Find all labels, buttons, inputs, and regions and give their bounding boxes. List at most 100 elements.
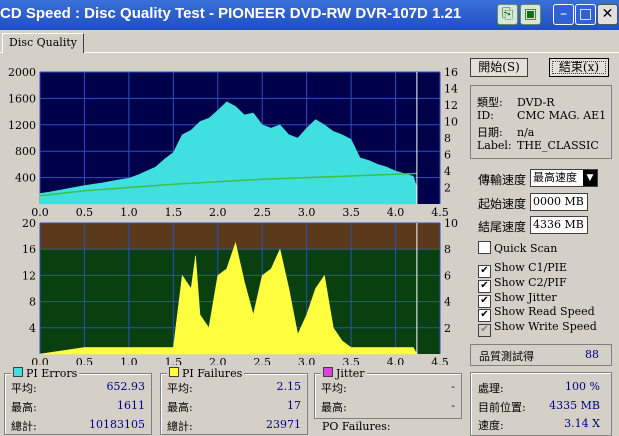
y-right-tick-label: 16 (444, 66, 458, 79)
pi-failures-max-label: 最高: (167, 401, 193, 414)
y-right-tick-label: 12 (444, 99, 458, 112)
y-right-tick-label: 10 (444, 217, 458, 230)
pi-failures-title: PI Failures (182, 367, 243, 380)
jitter-avg: - (451, 380, 455, 393)
checkbox-show-c2-pif[interactable]: ✔ Show C2/PIF (478, 276, 567, 293)
checkbox-label: Show C1/PIE (494, 261, 568, 274)
x-tick-label: 0.5 (76, 356, 94, 365)
checkbox-label: Show C2/PIF (494, 276, 567, 289)
checkbox-label: Show Write Speed (494, 320, 597, 333)
jitter-max-label: 最高: (321, 401, 347, 414)
y-right-tick-label: 14 (444, 83, 458, 96)
tab-bar: Disc Quality (0, 30, 619, 53)
checkbox-show-read-speed[interactable]: ✔ Show Read Speed (478, 305, 595, 322)
speed-label-progress: 速度: (478, 419, 504, 432)
x-tick-label: 2.5 (253, 356, 271, 365)
save-icon[interactable]: ▣ (520, 4, 541, 25)
elapsed-label: 處理: (478, 382, 504, 395)
y-right-tick-label: 2 (444, 182, 451, 195)
type-value: DVD-R (517, 96, 555, 109)
pi-failures-total-label: 總計: (167, 420, 193, 433)
pi-errors-title: PI Errors (26, 367, 78, 380)
x-tick-label: 3.0 (298, 356, 316, 365)
x-tick-label: 1.5 (165, 356, 183, 365)
checkbox-show-jitter[interactable]: ✔ Show Jitter (478, 291, 557, 308)
window-title: CD Speed : Disc Quality Test - PIONEER D… (0, 5, 462, 22)
pi-failures-avg: 2.15 (276, 380, 302, 393)
copy-icon[interactable]: ⎘ (497, 4, 518, 25)
speed-label: 傳輸速度 (478, 173, 527, 187)
x-tick-label: 2.0 (209, 356, 227, 365)
id-value: CMC MAG. AE1 (517, 109, 607, 122)
y-left-tick-label: 800 (15, 145, 36, 158)
quality-label: 品質測試得 (479, 350, 534, 363)
title-bar: CD Speed : Disc Quality Test - PIONEER D… (0, 0, 619, 30)
po-failures-title: PO Failures: (322, 420, 391, 433)
y-left-tick-label: 8 (29, 296, 36, 309)
y-right-tick-label: 10 (444, 116, 458, 129)
start-pos-input[interactable]: 0000 MB (530, 193, 588, 211)
end-pos-input[interactable]: 4336 MB (530, 216, 588, 234)
checkbox-label: Show Read Speed (494, 305, 595, 318)
elapsed-value: 100 % (565, 380, 600, 393)
checkbox-quick-scan[interactable]: Quick Scan (478, 241, 557, 255)
jitter-max: - (451, 399, 455, 412)
end-pos-label: 結尾速度 (478, 220, 527, 234)
y-left-tick-label: 1200 (8, 119, 36, 132)
pi-failures-swatch (169, 367, 179, 377)
date-value: n/a (517, 126, 535, 139)
jitter-title: Jitter (336, 367, 365, 380)
y-left-tick-label: 400 (15, 172, 36, 185)
date-label: 日期: (477, 126, 503, 139)
x-tick-label: 0.0 (31, 356, 49, 365)
chevron-down-icon[interactable]: ▼ (583, 170, 597, 186)
jitter-group: Jitter 平均: - 最高: - (314, 367, 462, 419)
checkbox-label: Show Jitter (494, 291, 557, 304)
y-left-tick-label: 1600 (8, 92, 36, 105)
maximize-icon[interactable]: □ (575, 4, 596, 25)
exit-button[interactable]: 結束(x) (549, 58, 609, 77)
speed-select[interactable]: 最高速度 ▼ (530, 169, 598, 187)
tab-disc-quality[interactable]: Disc Quality (2, 33, 84, 53)
y-right-tick-label: 4 (444, 165, 451, 178)
pi-failures-chart: 0.0 0.5 1.0 1.5 2.0 2.5 3.0 3.5 4.0 4.5 20 16 12 8 4 10… (22, 217, 458, 365)
error-band (40, 223, 440, 249)
y-right-tick-label: 8 (444, 132, 451, 145)
checkbox-show-write-speed[interactable]: ✔ Show Write Speed (478, 320, 597, 337)
minimize-icon[interactable]: – (553, 4, 574, 25)
pi-errors-max-label: 最高: (11, 401, 37, 414)
y-right-tick-label: 8 (444, 243, 451, 256)
pi-errors-total: 10183105 (89, 418, 145, 431)
speed-value: 最高速度 (533, 171, 577, 184)
pi-failures-max: 17 (287, 399, 301, 412)
disc-label-value: THE_CLASSIC (517, 139, 599, 152)
pi-errors-avg: 652.93 (106, 380, 146, 393)
x-tick-label: 3.5 (342, 356, 360, 365)
close-icon[interactable]: ✕ (597, 4, 618, 25)
x-tick-label: 4.0 (387, 356, 405, 365)
checkbox-box[interactable] (478, 241, 491, 254)
quality-value: 88 (585, 348, 599, 361)
y-left-tick-label: 4 (29, 322, 36, 335)
jitter-avg-label: 平均: (321, 382, 347, 395)
pi-failures-total: 23971 (266, 418, 301, 431)
y-right-tick-label: 6 (444, 269, 451, 282)
pi-errors-total-label: 總計: (11, 420, 37, 433)
disc-info-panel: 類型: DVD-R ID: CMC MAG. AE1 日期: n/a Label: TH… (470, 85, 612, 159)
speed-value-progress: 3.14 X (564, 417, 600, 430)
y-right-tick-label: 2 (444, 322, 451, 335)
checkbox-label: Quick Scan (494, 242, 558, 255)
position-label: 目前位置: (478, 401, 526, 414)
position-value: 4335 MB (549, 399, 600, 412)
y-right-tick-label: 4 (444, 296, 451, 309)
quality-score-panel: 品質測試得 88 (470, 344, 612, 366)
y-right-tick-label: 6 (444, 149, 451, 162)
x-tick-label: 4.5 (431, 356, 449, 365)
checkbox-box[interactable]: ✔ (478, 324, 491, 337)
checkbox-show-c1-pie[interactable]: ✔ Show C1/PIE (478, 261, 568, 278)
type-label: 類型: (477, 96, 503, 109)
pi-errors-avg-label: 平均: (11, 382, 37, 395)
y-left-tick-label: 16 (22, 243, 36, 256)
start-button[interactable]: 開始(S) (470, 58, 528, 77)
y-left-tick-label: 12 (22, 269, 36, 282)
